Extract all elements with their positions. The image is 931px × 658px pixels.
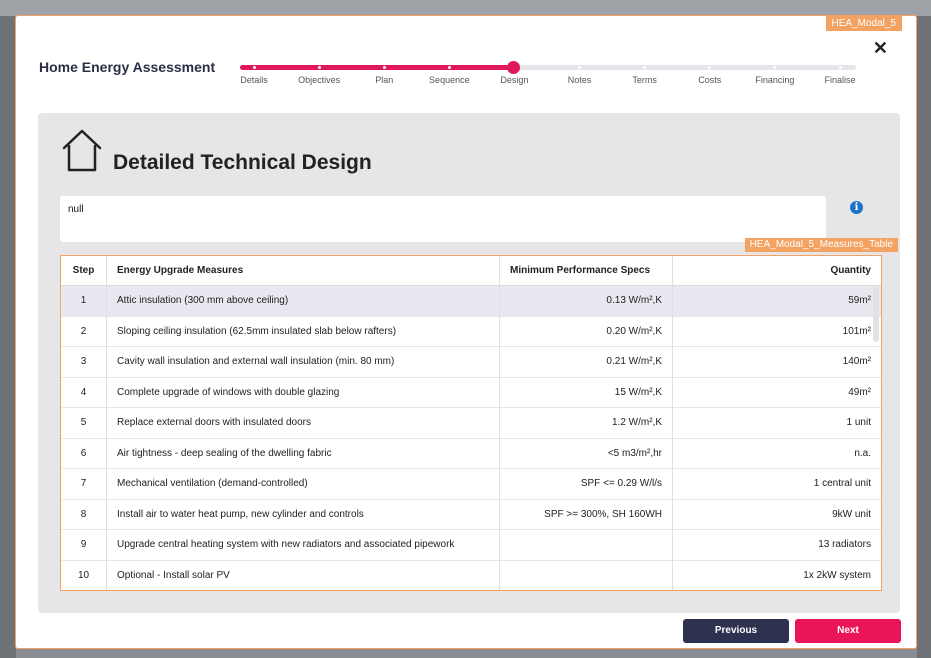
modal-title: Home Energy Assessment: [39, 59, 216, 75]
cell-step: 4: [61, 376, 107, 408]
header-measures: Energy Upgrade Measures: [106, 256, 500, 286]
previous-button[interactable]: Previous: [683, 619, 789, 643]
stepper-step-label[interactable]: Finalise: [824, 75, 855, 85]
header-specs: Minimum Performance Specs: [499, 256, 673, 286]
cell-spec: 15 W/m²,K: [499, 376, 673, 408]
stepper-dot: [252, 66, 256, 69]
cell-spec: 1.2 W/m²,K: [499, 407, 673, 438]
section-title: Detailed Technical Design: [113, 151, 372, 174]
stepper-step-label[interactable]: Plan: [375, 75, 393, 85]
stepper-dot: [382, 66, 386, 69]
stepper-progress-fill: [240, 65, 514, 70]
table-header-row: Step Energy Upgrade Measures Minimum Per…: [61, 256, 881, 286]
cell-quantity: 1 unit: [672, 407, 881, 438]
cell-step: 10: [61, 559, 107, 590]
header-step: Step: [61, 256, 107, 286]
stepper-current-marker: [507, 61, 520, 74]
modal-debug-tag: HEA_Modal_5: [825, 16, 902, 31]
table-row[interactable]: 1 Attic insulation (300 mm above ceiling)…: [61, 285, 881, 316]
stepper-dot: [317, 66, 321, 69]
next-button[interactable]: Next: [795, 619, 901, 643]
progress-stepper: Details Objectives Plan Sequence Design Notes…: [240, 61, 856, 95]
background-app-bar: [0, 0, 931, 16]
cell-measure: Complete upgrade of windows with double …: [106, 376, 500, 408]
info-icon[interactable]: i: [850, 201, 863, 214]
stepper-step-label[interactable]: Notes: [568, 75, 592, 85]
table-row[interactable]: 3 Cavity wall insulation and external wal…: [61, 346, 881, 377]
cell-step: 1: [61, 285, 107, 316]
cell-step: 3: [61, 346, 107, 377]
hea-modal: HEA_Modal_5 Home Energy Assessment ✕ Det…: [15, 15, 917, 649]
cell-measure: Cavity wall insulation and external wall…: [106, 346, 500, 377]
stepper-step-label[interactable]: Objectives: [298, 75, 340, 85]
cell-spec: 0.13 W/m²,K: [499, 285, 673, 316]
table-row[interactable]: 2 Sloping ceiling insulation (62.5mm insu…: [61, 315, 881, 347]
stepper-dot: [838, 66, 842, 69]
cell-measure: Optional - Install solar PV: [106, 559, 500, 590]
stepper-dot: [447, 66, 451, 69]
table-row[interactable]: 7 Mechanical ventilation (demand-controll…: [61, 468, 881, 499]
measures-table: Step Energy Upgrade Measures Minimum Per…: [60, 255, 882, 591]
cell-step: 6: [61, 437, 107, 469]
cell-quantity: 9kW unit: [672, 498, 881, 530]
stepper-step-label[interactable]: Terms: [632, 75, 657, 85]
stepper-step-label[interactable]: Sequence: [429, 75, 470, 85]
cell-measure: Upgrade central heating system with new …: [106, 529, 500, 560]
cell-spec: [499, 559, 673, 590]
table-scrollbar[interactable]: [873, 286, 879, 342]
cell-spec: 0.21 W/m²,K: [499, 346, 673, 377]
table-row[interactable]: 9 Upgrade central heating system with new…: [61, 529, 881, 560]
background-overlay-left: [0, 16, 16, 658]
cell-quantity: 1 central unit: [672, 468, 881, 499]
table-debug-tag: HEA_Modal_5_Measures_Table: [744, 238, 898, 252]
stepper-step-label[interactable]: Costs: [698, 75, 721, 85]
cell-step: 5: [61, 407, 107, 438]
cell-step: 2: [61, 315, 107, 347]
table-row[interactable]: 4 Complete upgrade of windows with double…: [61, 376, 881, 408]
table-row[interactable]: 8 Install air to water heat pump, new cyl…: [61, 498, 881, 530]
close-icon[interactable]: ✕: [873, 38, 888, 59]
cell-quantity: 49m²: [672, 376, 881, 408]
house-icon: [62, 129, 102, 172]
design-panel: Detailed Technical Design null i HEA_Mod…: [38, 113, 900, 613]
cell-spec: SPF <= 0.29 W/l/s: [499, 468, 673, 499]
cell-spec: <5 m3/m²,hr: [499, 437, 673, 469]
cell-quantity: 59m²: [672, 285, 881, 316]
stepper-step-label[interactable]: Details: [240, 75, 268, 85]
background-overlay-right: [917, 16, 931, 658]
cell-measure: Air tightness - deep sealing of the dwel…: [106, 437, 500, 469]
cell-quantity: 13 radiators: [672, 529, 881, 560]
cell-spec: SPF >= 300%, SH 160WH: [499, 498, 673, 530]
cell-step: 9: [61, 529, 107, 560]
cell-quantity: n.a.: [672, 437, 881, 469]
table-row[interactable]: 5 Replace external doors with insulated d…: [61, 407, 881, 438]
notes-textarea[interactable]: null: [60, 196, 826, 242]
cell-measure: Replace external doors with insulated do…: [106, 407, 500, 438]
cell-step: 8: [61, 498, 107, 530]
stepper-step-label[interactable]: Financing: [755, 75, 794, 85]
cell-measure: Mechanical ventilation (demand-controlle…: [106, 468, 500, 499]
cell-spec: 0.20 W/m²,K: [499, 315, 673, 347]
header-quantity: Quantity: [672, 256, 881, 286]
cell-quantity: 101m²: [672, 315, 881, 347]
table-row[interactable]: 10 Optional - Install solar PV 1x 2kW syst…: [61, 559, 881, 590]
cell-step: 7: [61, 468, 107, 499]
cell-measure: Install air to water heat pump, new cyli…: [106, 498, 500, 530]
cell-measure: Sloping ceiling insulation (62.5mm insul…: [106, 315, 500, 347]
cell-measure: Attic insulation (300 mm above ceiling): [106, 285, 500, 316]
cell-quantity: 140m²: [672, 346, 881, 377]
table-row[interactable]: 6 Air tightness - deep sealing of the dwe…: [61, 437, 881, 469]
cell-quantity: 1x 2kW system: [672, 559, 881, 590]
stepper-step-label[interactable]: Design: [500, 75, 528, 85]
cell-spec: [499, 529, 673, 560]
